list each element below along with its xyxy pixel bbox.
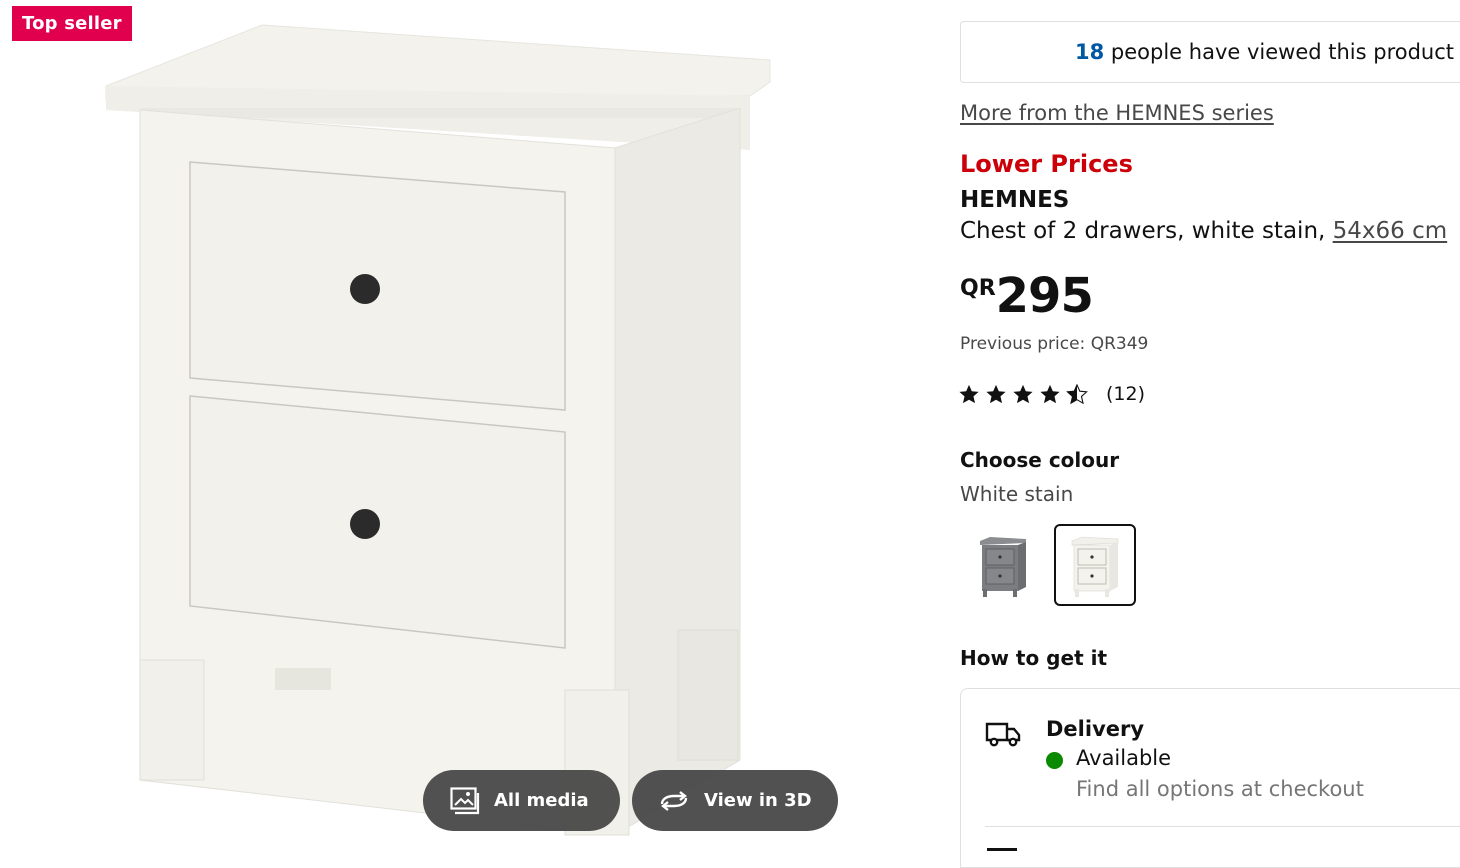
view-in-3d-label: View in 3D — [704, 790, 812, 811]
views-count: 18 — [1075, 40, 1105, 64]
white-chest-thumbnail — [1071, 536, 1119, 597]
star-icon — [959, 384, 979, 403]
product-description: Chest of 2 drawers, white stain, 54x66 c… — [960, 218, 1447, 244]
rating-stars — [958, 383, 1088, 405]
view-in-3d-button[interactable]: View in 3D — [632, 770, 838, 831]
all-media-label: All media — [494, 790, 589, 811]
price-value: 295 — [995, 268, 1094, 324]
product-image — [105, 24, 771, 836]
available-status-dot — [1046, 752, 1063, 769]
price: QR295 — [960, 268, 1094, 324]
selected-colour: White stain — [960, 482, 1074, 506]
rotate-3d-icon — [658, 790, 690, 812]
star-half-icon — [1066, 383, 1088, 404]
views-notice: 18 people have viewed this product tod — [960, 21, 1460, 83]
views-text: people have viewed this product tod — [1104, 40, 1460, 64]
currency: QR — [960, 276, 996, 301]
previous-price: Previous price: QR349 — [960, 334, 1149, 354]
choose-colour-heading: Choose colour — [960, 448, 1120, 472]
gallery-icon — [450, 786, 480, 815]
delivery-truck-icon — [985, 720, 1021, 752]
delivery-status: Available — [1076, 746, 1172, 770]
product-gallery[interactable]: Top seller All media View in 3D — [0, 0, 950, 852]
how-to-get-it-heading: How to get it — [960, 646, 1108, 670]
delivery-title: Delivery — [1046, 717, 1145, 741]
product-name: HEMNES — [960, 187, 1070, 213]
panel-divider — [985, 826, 1460, 827]
store-icon — [987, 848, 1017, 851]
colour-swatch-grey[interactable] — [962, 524, 1044, 606]
promo-label: Lower Prices — [960, 150, 1133, 178]
star-icon — [1013, 384, 1033, 403]
colour-swatch-white-stain[interactable] — [1054, 524, 1136, 606]
star-icon — [1040, 384, 1060, 403]
grey-chest-thumbnail — [980, 537, 1026, 597]
size-link[interactable]: 54x66 cm — [1333, 218, 1448, 244]
rating-count: (12) — [1106, 383, 1146, 405]
star-icon — [986, 384, 1006, 403]
rating[interactable]: (12) — [958, 383, 1145, 405]
all-media-button[interactable]: All media — [423, 770, 620, 831]
top-seller-badge: Top seller — [12, 6, 132, 41]
delivery-note: Find all options at checkout — [1076, 777, 1364, 801]
series-link[interactable]: More from the HEMNES series — [960, 101, 1274, 125]
description-text: Chest of 2 drawers, white stain, — [960, 218, 1333, 244]
